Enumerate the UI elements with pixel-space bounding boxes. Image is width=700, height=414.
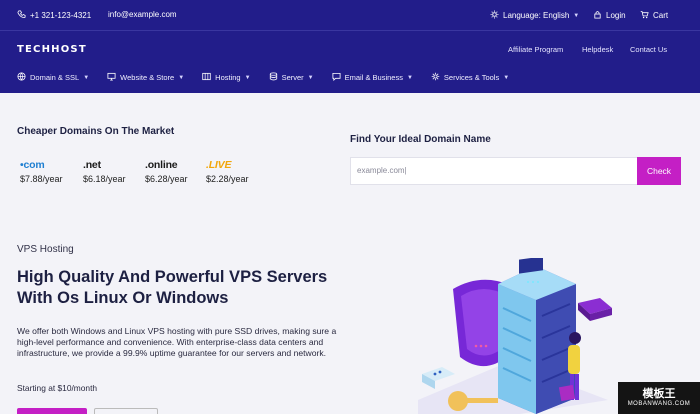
tld-com[interactable]: •com $7.88/year (20, 159, 63, 184)
tld-price: $2.28/year (206, 174, 249, 184)
domain-search-input[interactable]: example.com| (350, 157, 638, 185)
cart-link[interactable]: Cart (640, 10, 668, 21)
cog-icon (431, 72, 440, 83)
tld-net[interactable]: .net $6.18/year (83, 159, 126, 184)
finder-title: Find Your Ideal Domain Name (350, 134, 491, 145)
starting-price: Starting at $10/month (17, 383, 98, 393)
gear-icon (490, 10, 499, 21)
section-title: Cheaper Domains On The Market (17, 126, 175, 137)
chevron-down-icon: ▼ (406, 74, 413, 81)
main-menu: Domain & SSL ▼ Website & Store ▼ Hosting… (17, 72, 527, 83)
menu-email-business[interactable]: Email & Business ▼ (332, 72, 413, 83)
tld-online[interactable]: .online $6.28/year (145, 159, 188, 184)
tld-extension: .online (145, 159, 178, 171)
secondary-cta-button[interactable] (94, 408, 158, 414)
primary-cta-button[interactable] (17, 408, 87, 414)
check-button[interactable]: Check (637, 157, 681, 185)
chevron-down-icon: ▼ (573, 12, 580, 19)
chevron-down-icon: ▼ (178, 74, 185, 81)
site-logo[interactable]: TECHHOST (17, 44, 87, 55)
chevron-down-icon: ▼ (307, 74, 314, 81)
tld-extension: .net (83, 159, 101, 171)
vps-server-illustration (418, 258, 612, 414)
menu-label: Email & Business (344, 73, 403, 82)
watermark-url: MOBANWANG.COM (627, 401, 691, 407)
phone-contact[interactable]: +1 321-123-4321 (17, 10, 91, 21)
login-link[interactable]: Login (593, 10, 626, 21)
tld-live[interactable]: .LIVE $2.28/year (206, 159, 249, 184)
chevron-down-icon: ▼ (503, 74, 510, 81)
menu-label: Hosting (215, 73, 241, 82)
chevron-down-icon: ▼ (244, 74, 251, 81)
globe-icon (17, 72, 26, 83)
menu-hosting[interactable]: Hosting ▼ (202, 72, 251, 83)
login-label: Login (606, 11, 626, 20)
tld-extension: •com (20, 159, 45, 171)
email-link[interactable]: info@example.com (108, 10, 177, 19)
vps-description: We offer both Windows and Linux VPS host… (17, 326, 337, 358)
database-icon (269, 72, 278, 83)
cart-label: Cart (653, 11, 669, 20)
menu-label: Server (281, 73, 304, 82)
tld-price: $7.88/year (20, 174, 63, 184)
tld-price: $6.28/year (145, 174, 188, 184)
menu-label: Services & Tools (443, 73, 500, 82)
chevron-down-icon: ▼ (83, 74, 90, 81)
phone-number: +1 321-123-4321 (30, 11, 92, 20)
main-header: TECHHOST Affiliate Program Helpdesk Cont… (0, 30, 700, 93)
cheaper-domains-section: Cheaper Domains On The Market •com $7.88… (17, 126, 249, 184)
menu-services-tools[interactable]: Services & Tools ▼ (431, 72, 509, 83)
cart-icon (640, 10, 649, 21)
vps-heading: High Quality And Powerful VPS Servers Wi… (17, 268, 328, 307)
menu-server[interactable]: Server ▼ (269, 72, 314, 83)
monitor-icon (107, 72, 116, 83)
tld-price: $6.18/year (83, 174, 126, 184)
menu-domain-ssl[interactable]: Domain & SSL ▼ (17, 72, 89, 83)
server-rack-icon (202, 72, 211, 83)
chat-icon (332, 72, 341, 83)
topbar: +1 321-123-4321 info@example.com Languag… (0, 0, 700, 30)
language-label: Language: English (503, 11, 570, 20)
watermark-badge: 模板王 MOBANWANG.COM (618, 382, 700, 414)
lock-icon (593, 10, 602, 21)
helpdesk-link[interactable]: Helpdesk (582, 45, 613, 54)
language-selector[interactable]: Language: English ▼ (490, 10, 579, 21)
domain-finder: Find Your Ideal Domain Name example.com|… (350, 134, 681, 185)
menu-label: Domain & SSL (30, 73, 80, 82)
tld-extension: .LIVE (206, 159, 232, 171)
vps-eyebrow: VPS Hosting (17, 244, 74, 255)
affiliate-program-link[interactable]: Affiliate Program (508, 45, 563, 54)
contact-us-link[interactable]: Contact Us (630, 45, 667, 54)
phone-icon (17, 10, 26, 21)
menu-website-store[interactable]: Website & Store ▼ (107, 72, 184, 83)
watermark-title: 模板王 (642, 388, 676, 400)
menu-label: Website & Store (120, 73, 175, 82)
